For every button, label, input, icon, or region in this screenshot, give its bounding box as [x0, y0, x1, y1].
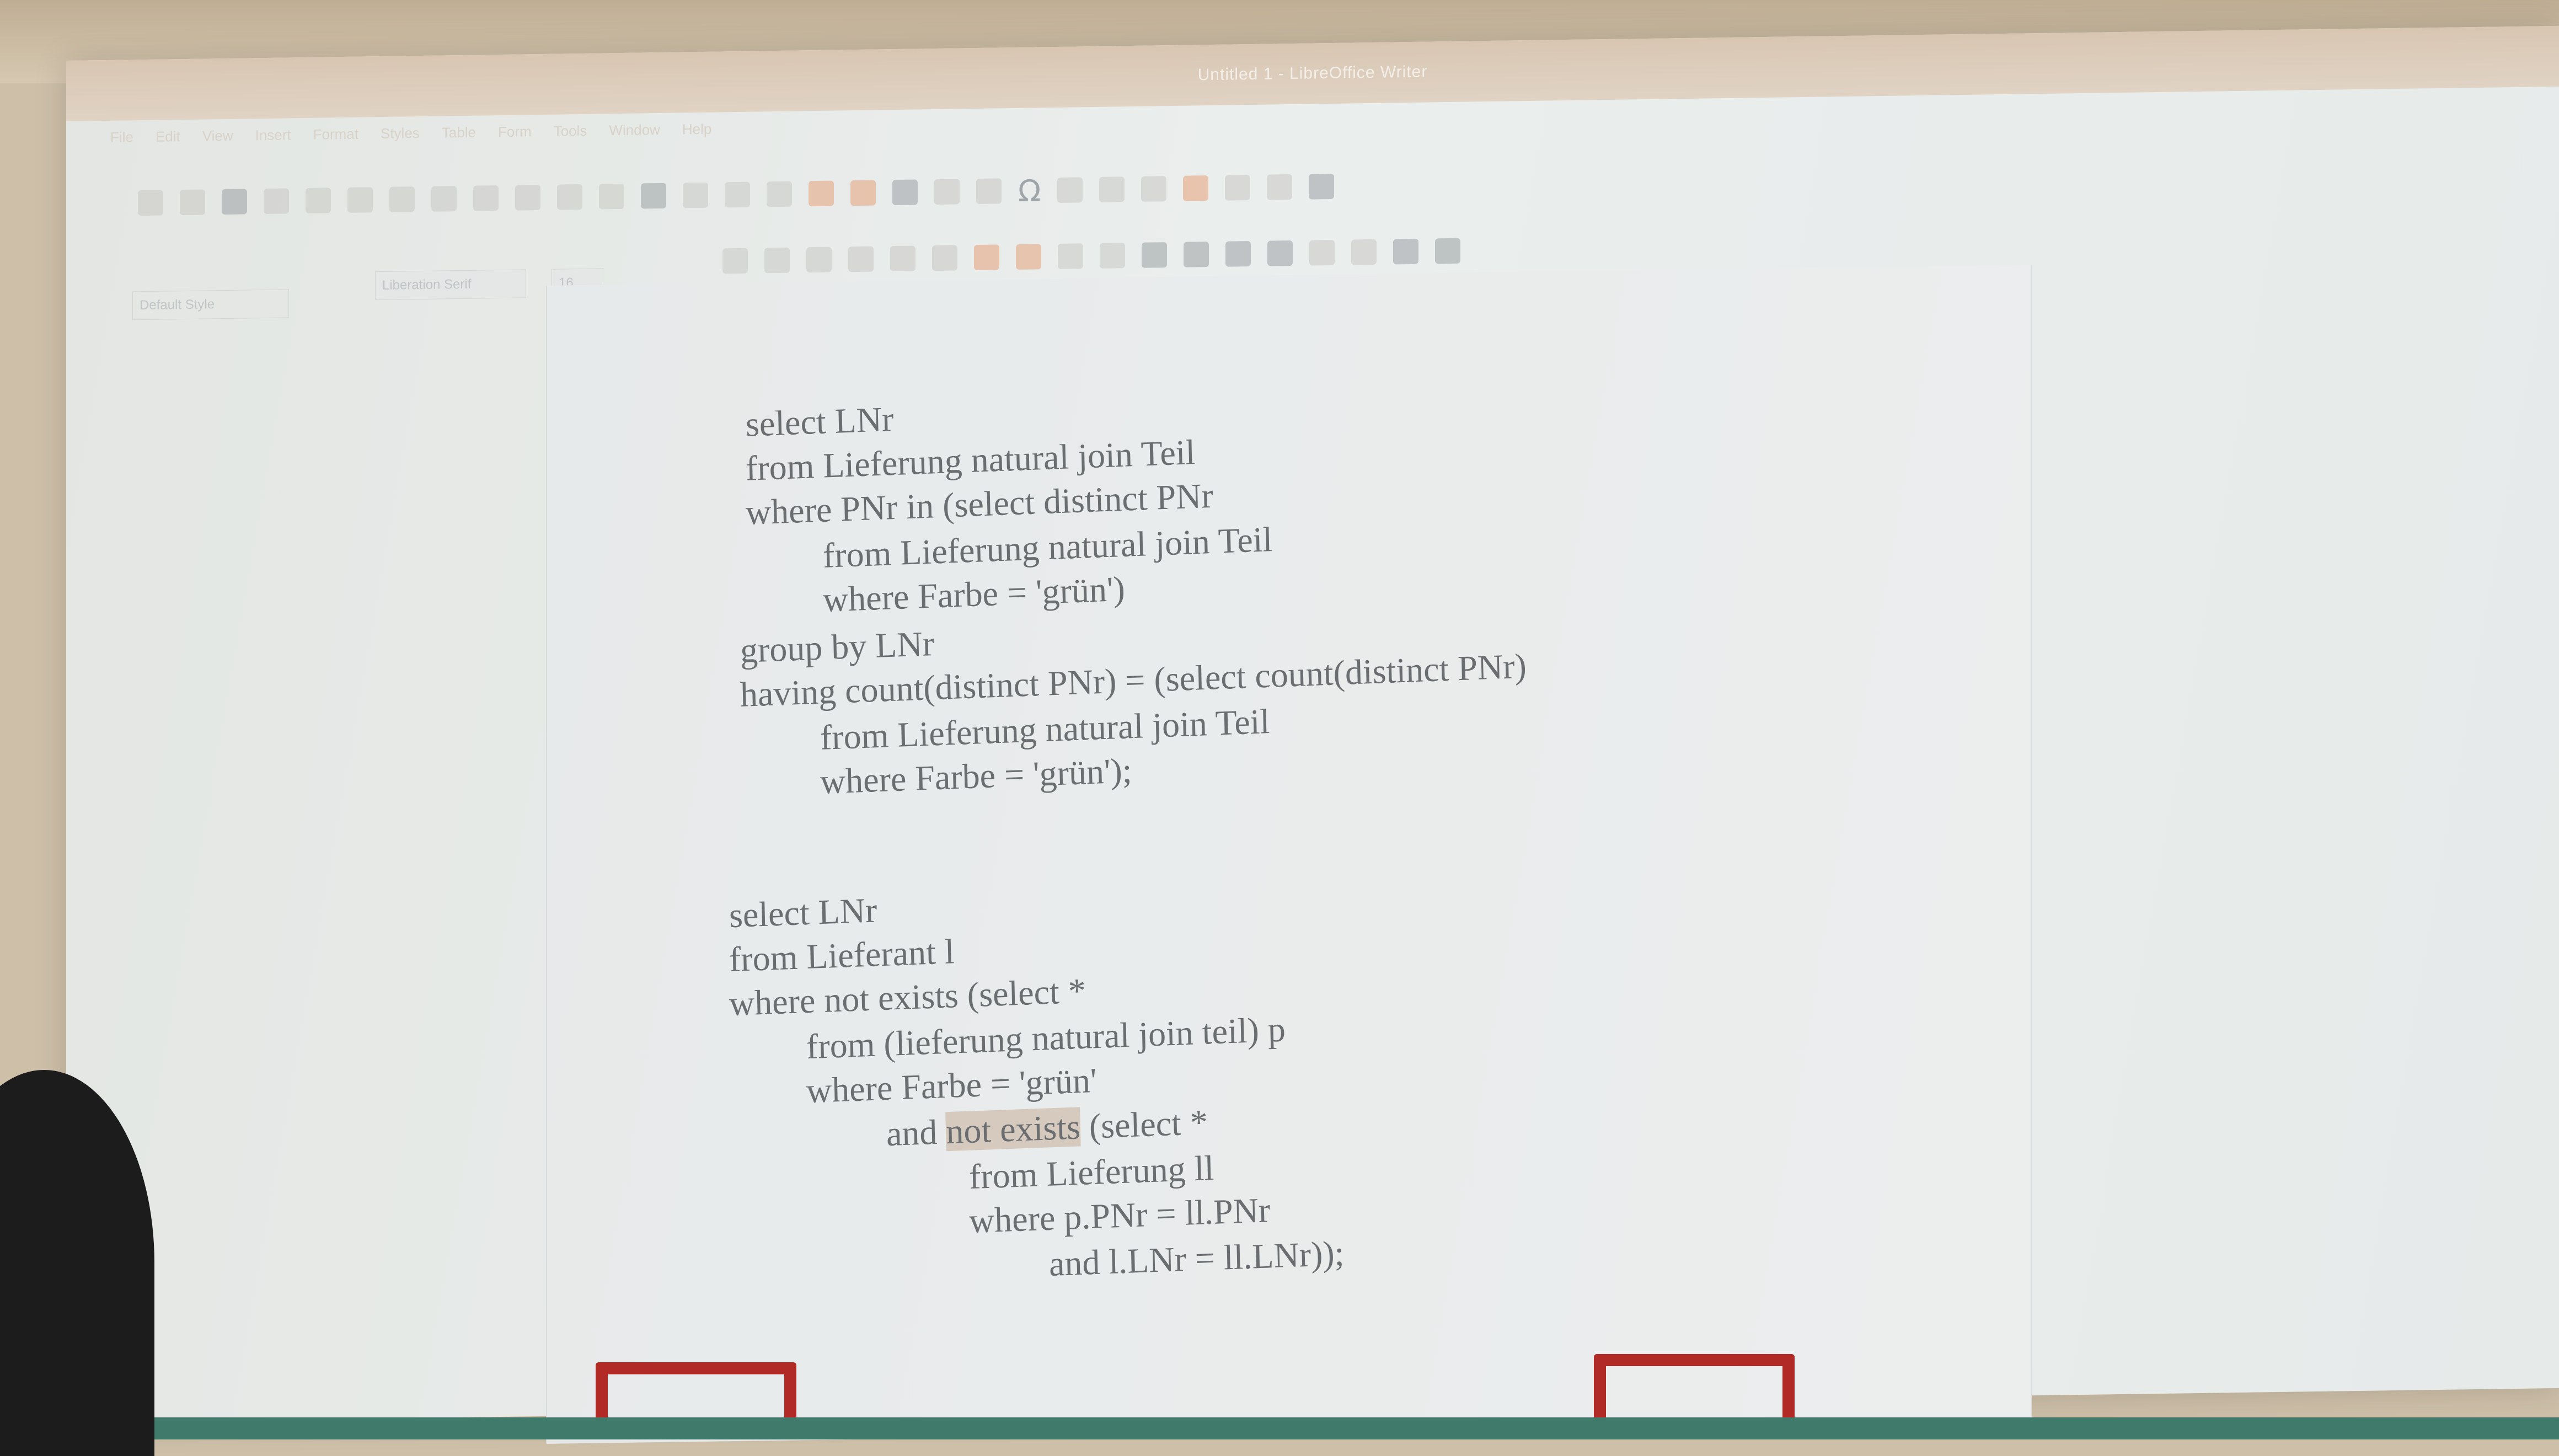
- font-color-icon[interactable]: [974, 244, 999, 271]
- cut-icon[interactable]: [389, 186, 415, 212]
- underline-icon[interactable]: [806, 247, 832, 273]
- justify-icon[interactable]: [1267, 240, 1293, 266]
- increase-indent-icon[interactable]: [1393, 238, 1418, 265]
- code-line: where not exists (select *: [729, 971, 1086, 1024]
- strikethrough-icon[interactable]: [848, 246, 874, 272]
- code-fragment: and: [886, 1112, 947, 1154]
- clone-formatting-icon[interactable]: [515, 184, 540, 211]
- special-character-icon[interactable]: Ω: [1018, 173, 1041, 208]
- menu-view[interactable]: View: [202, 127, 233, 144]
- menu-form[interactable]: Form: [498, 123, 532, 141]
- font-name-select[interactable]: Liberation Serif: [375, 269, 526, 301]
- formatting-marks-icon[interactable]: [725, 181, 750, 208]
- save-icon[interactable]: [222, 189, 247, 215]
- comment-icon[interactable]: [1141, 176, 1167, 202]
- floor: [0, 1417, 2559, 1439]
- projection-screen: Untitled 1 - LibreOffice Writer File Edi…: [66, 25, 2559, 1444]
- menu-insert[interactable]: Insert: [255, 126, 291, 144]
- align-center-icon[interactable]: [1184, 242, 1209, 267]
- basic-shapes-icon[interactable]: [1309, 173, 1335, 200]
- code-line: and not exists (select *: [886, 1102, 1208, 1154]
- chair-back: [1594, 1354, 1795, 1427]
- line-spacing-icon[interactable]: [1309, 239, 1335, 266]
- insert-textbox-icon[interactable]: [892, 179, 918, 206]
- align-right-icon[interactable]: [1225, 241, 1251, 267]
- menu-table[interactable]: Table: [442, 124, 476, 141]
- spelling-icon[interactable]: [683, 182, 708, 208]
- insert-table-icon[interactable]: [767, 181, 792, 207]
- code-line: from Lieferung ll: [968, 1148, 1214, 1197]
- hyperlink-icon[interactable]: [1057, 177, 1083, 203]
- bold-icon[interactable]: [722, 248, 748, 274]
- menu-styles[interactable]: Styles: [381, 125, 420, 142]
- undo-icon[interactable]: [557, 184, 582, 210]
- selected-text[interactable]: not exists: [946, 1107, 1081, 1152]
- align-left-icon[interactable]: [1142, 242, 1167, 268]
- copy-icon[interactable]: [431, 186, 457, 212]
- subscript-icon[interactable]: [932, 245, 957, 271]
- document-page[interactable]: select LNr from Lieferung natural join T…: [546, 265, 2032, 1444]
- menu-file[interactable]: File: [110, 129, 133, 146]
- code-line: where Farbe = 'grün');: [820, 751, 1133, 801]
- numbering-icon[interactable]: [1100, 243, 1125, 269]
- code-line: select LNr: [729, 890, 878, 935]
- export-pdf-icon[interactable]: [264, 188, 289, 215]
- insert-chart-icon[interactable]: [850, 180, 876, 206]
- new-document-icon[interactable]: [138, 190, 163, 216]
- document-text[interactable]: select LNr from Lieferung natural join T…: [547, 265, 2031, 1444]
- line-icon[interactable]: [1267, 174, 1293, 200]
- insert-image-icon[interactable]: [809, 180, 834, 207]
- code-fragment: (select *: [1080, 1102, 1208, 1147]
- menu-edit[interactable]: Edit: [156, 128, 180, 146]
- decrease-indent-icon[interactable]: [1435, 238, 1460, 264]
- print-preview-icon[interactable]: [347, 187, 373, 213]
- menu-help[interactable]: Help: [682, 120, 711, 138]
- print-icon[interactable]: [306, 188, 331, 213]
- menu-tools[interactable]: Tools: [554, 122, 587, 140]
- code-line: group by LNr: [740, 624, 935, 670]
- insert-page-break-icon[interactable]: [934, 179, 960, 205]
- menu-window[interactable]: Window: [609, 121, 660, 138]
- menu-format[interactable]: Format: [313, 125, 358, 143]
- bookmark-icon[interactable]: [1183, 175, 1209, 201]
- paragraph-style-select[interactable]: Default Style: [132, 289, 289, 320]
- code-line: where p.PNr = ll.PNr: [968, 1190, 1271, 1241]
- italic-icon[interactable]: [764, 247, 790, 274]
- track-changes-icon[interactable]: [1225, 175, 1251, 201]
- open-icon[interactable]: [180, 189, 205, 216]
- bullets-icon[interactable]: [1058, 243, 1083, 269]
- paste-icon[interactable]: [473, 185, 499, 211]
- highlighting-color-icon[interactable]: [1016, 244, 1041, 270]
- code-line: and l.LNr = ll.LNr));: [1048, 1233, 1345, 1284]
- code-line: where Farbe = 'grün'): [822, 569, 1126, 619]
- superscript-icon[interactable]: [890, 245, 916, 272]
- code-line: where Farbe = 'grün': [806, 1060, 1098, 1111]
- footnote-icon[interactable]: [1099, 176, 1125, 202]
- code-line: select LNr: [745, 399, 895, 444]
- standard-toolbar: Ω: [138, 159, 1737, 225]
- redo-icon[interactable]: [599, 183, 624, 210]
- insert-field-icon[interactable]: [976, 178, 1002, 204]
- find-replace-icon[interactable]: [641, 183, 666, 209]
- code-line: from Lieferant l: [729, 932, 955, 979]
- paragraph-spacing-icon[interactable]: [1351, 239, 1377, 265]
